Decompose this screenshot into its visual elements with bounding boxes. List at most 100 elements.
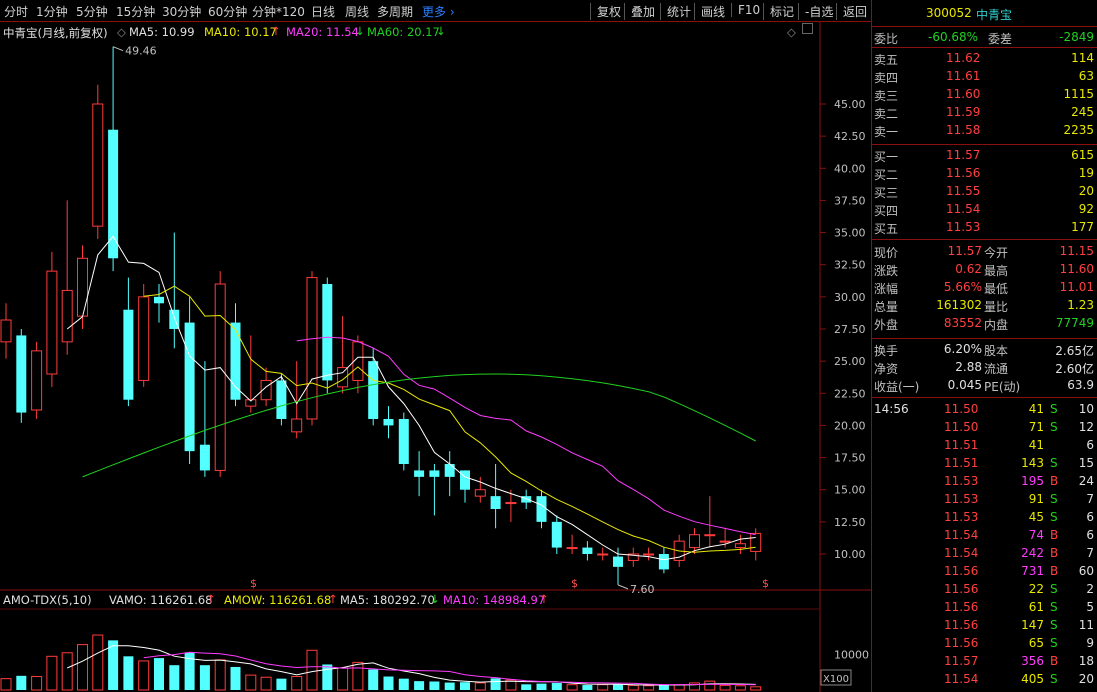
kline-chart-area[interactable]: 45.00 42.50 40.00 37.50 35.00 32.50 30.00 27.50…	[0, 22, 871, 692]
ma60-down-arrow-icon: ↓	[436, 24, 446, 38]
ask-price: 11.61	[946, 69, 981, 83]
candle-down	[536, 496, 547, 522]
tick-volume: 22	[1028, 582, 1044, 596]
tick-row: 11.57 356 B 18	[872, 653, 1097, 671]
volume-bar-up	[214, 659, 226, 691]
fund-label: 换手	[874, 344, 899, 358]
period-tab-6[interactable]: 分钟*120	[252, 3, 305, 20]
ask-row: 卖二 11.59 245	[872, 104, 1097, 122]
quote-divider	[872, 239, 1097, 240]
period-tab-8[interactable]: 周线	[345, 3, 369, 20]
candle-down	[154, 296, 164, 304]
tick-row: 11.50 71 S 12	[872, 419, 1097, 437]
ma5-readout: MA5: 10.99	[129, 25, 195, 39]
candle-down	[490, 496, 501, 509]
tick-volume: 71	[1028, 420, 1044, 434]
tick-price: 11.56	[944, 600, 979, 614]
stat-label: 涨跌	[874, 264, 899, 278]
period-tab-7[interactable]: 日线	[311, 3, 335, 20]
stat-row: 涨跌 0.62 最高 11.60	[872, 261, 1097, 279]
period-tab-1[interactable]: 1分钟	[36, 3, 68, 20]
candle-up	[138, 296, 150, 381]
bid-row: 买五 11.53 177	[872, 219, 1097, 237]
stat-value: 11.57	[947, 244, 982, 258]
tick-volume: 405	[1021, 672, 1044, 686]
volume-unit: X100	[823, 674, 849, 685]
ma10-readout: MA10: 10.17	[204, 25, 277, 39]
tick-count: 6	[1086, 438, 1094, 452]
more-periods-button[interactable]: 更多 ›	[422, 3, 455, 20]
ask-price: 11.62	[946, 51, 981, 65]
stat-value: 11.60	[1059, 262, 1094, 276]
tick-side: S	[1050, 420, 1058, 434]
candle-down	[108, 129, 119, 259]
period-tab-4[interactable]: 30分钟	[162, 3, 201, 20]
stat-value: 11.01	[1059, 280, 1094, 294]
tick-price: 11.54	[944, 672, 979, 686]
tick-count: 24	[1078, 474, 1094, 488]
ask-volume: 245	[1071, 105, 1094, 119]
stat-value: 161302	[936, 298, 982, 312]
toolbar-button-6[interactable]: -自选	[798, 3, 833, 20]
candle-up	[719, 540, 731, 543]
tick-volume: 195	[1021, 474, 1044, 488]
diamond-icon[interactable]: ◇	[787, 25, 796, 39]
weibi-label: 委比	[874, 32, 899, 46]
toolbar-button-0[interactable]: 复权	[590, 3, 621, 20]
volume-bar-up	[627, 684, 639, 691]
volume-bar-up	[291, 676, 303, 691]
candle-down	[582, 547, 593, 554]
toolbar-button-4[interactable]: F10	[731, 3, 760, 17]
period-tab-5[interactable]: 60分钟	[208, 3, 247, 20]
tick-side: S	[1050, 492, 1058, 506]
period-tab-2[interactable]: 5分钟	[76, 3, 108, 20]
tick-volume: 147	[1021, 618, 1044, 632]
ask-label: 卖三	[874, 89, 899, 103]
stat-row: 涨幅 5.66% 最低 11.01	[872, 279, 1097, 297]
toolbar-button-7[interactable]: 返回	[836, 3, 867, 20]
bid-label: 买三	[874, 186, 899, 200]
period-tab-0[interactable]: 分时	[4, 3, 28, 20]
high-pointer	[112, 46, 124, 52]
maximize-icon[interactable]	[802, 23, 813, 34]
toolbar-button-3[interactable]: 画线	[694, 3, 725, 20]
volume-bar-down	[414, 681, 425, 690]
candle-up	[597, 553, 609, 556]
ytick-label: 30.00	[834, 291, 866, 304]
toolbar-button-1[interactable]: 叠加	[624, 3, 655, 20]
fund-row: 收益(一) 0.045 PE(动) 63.9	[872, 377, 1097, 395]
bid-volume: 177	[1071, 220, 1094, 234]
ask-price: 11.59	[946, 105, 981, 119]
toolbar-button-5[interactable]: 标记	[763, 3, 794, 20]
stat-value: 77749	[1055, 316, 1094, 330]
ask-price: 11.58	[946, 123, 981, 137]
ma-settings-icon[interactable]: ◇	[117, 25, 126, 39]
ytick-label: 32.50	[834, 259, 866, 272]
tick-row: 11.54 242 B 7	[872, 545, 1097, 563]
ytick-label: 42.50	[834, 130, 866, 143]
ytick-label: 15.00	[834, 484, 866, 497]
volume-bar-up	[337, 667, 349, 691]
volume-title: AMO-TDX(5,10)	[3, 593, 92, 607]
amow-up-arrow-icon: ↑	[328, 592, 338, 606]
stat-label: 今开	[984, 246, 1009, 260]
volume-bar-down	[658, 685, 669, 690]
vamo-readout: VAMO: 116261.68	[109, 593, 213, 607]
ask-volume: 1115	[1063, 87, 1094, 101]
candle-up	[77, 257, 88, 317]
period-tab-3[interactable]: 15分钟	[116, 3, 155, 20]
candle-down	[658, 554, 669, 570]
candle-down	[398, 419, 409, 464]
volume-bar-down	[322, 664, 333, 690]
stat-value: 5.66%	[943, 280, 982, 294]
quote-divider	[872, 26, 1097, 27]
tick-count: 5	[1086, 600, 1094, 614]
volume-bar-up	[31, 676, 43, 691]
ma20-readout: MA20: 11.54	[286, 25, 359, 39]
weicha-label: 委差	[988, 32, 1013, 46]
tick-row: 14:56 11.50 41 S 10	[872, 401, 1097, 419]
fund-row: 换手 6.20% 股本 2.65亿	[872, 341, 1097, 359]
volume-bar-up	[643, 685, 655, 691]
toolbar-button-2[interactable]: 统计	[660, 3, 691, 20]
period-tab-9[interactable]: 多周期	[377, 3, 413, 20]
